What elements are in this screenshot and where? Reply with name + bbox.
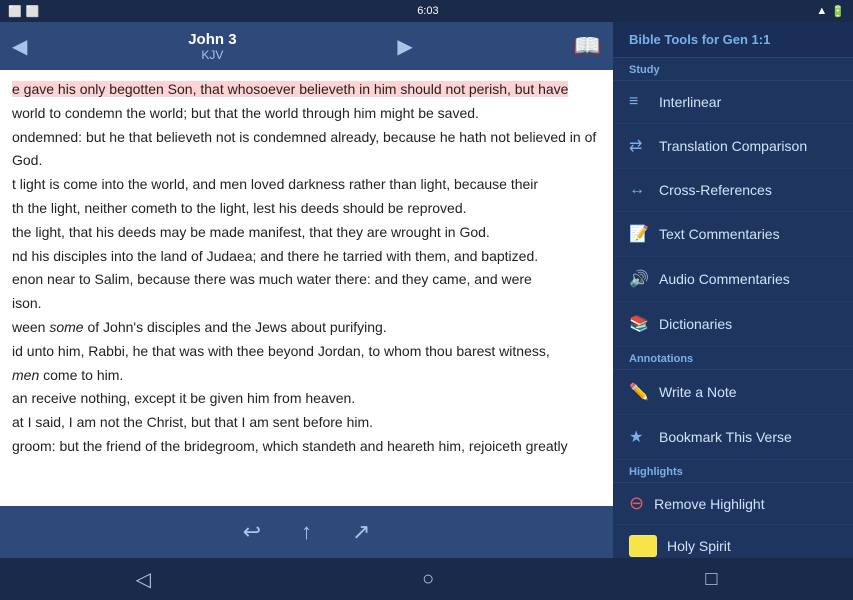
interlinear-label: Interlinear: [659, 94, 721, 110]
bible-text: e gave his only begotten Son, that whoso…: [0, 70, 613, 506]
interlinear-icon: ≡: [629, 93, 649, 111]
tools-header: Bible Tools for Gen 1:1: [613, 22, 853, 58]
cross-references-item[interactable]: ↔ Cross-References: [613, 169, 853, 212]
dictionaries-label: Dictionaries: [659, 316, 732, 332]
annotations-section-label: Annotations: [613, 347, 853, 370]
translation-comparison-item[interactable]: ⇄ Translation Comparison: [613, 124, 853, 169]
bible-icon[interactable]: 📖: [574, 33, 601, 59]
bible-version: KJV: [201, 48, 223, 62]
verse-line-3: ondemned: but he that believeth not is c…: [12, 126, 601, 174]
audio-commentaries-item[interactable]: 🔊 Audio Commentaries: [613, 257, 853, 302]
holy-spirit-highlight-item[interactable]: Holy Spirit: [613, 525, 853, 558]
verse-line-10: ween some of John's disciples and the Je…: [12, 316, 601, 340]
verse-line-6: the light, that his deeds may be made ma…: [12, 221, 601, 245]
bible-footer: ↩ ↑ ↗: [0, 506, 613, 558]
verse-line-11: id unto him, Rabbi, he that was with the…: [12, 340, 601, 364]
write-note-label: Write a Note: [659, 384, 737, 400]
verse-line-5: th the light, neither cometh to the ligh…: [12, 197, 601, 221]
book-title: John 3: [188, 31, 236, 48]
bookmark-icon: ★: [629, 427, 649, 447]
status-right-icons: ▲ 🔋: [816, 5, 845, 18]
tools-panel: Bible Tools for Gen 1:1 Study ≡ Interlin…: [613, 22, 853, 558]
bible-header: ◀ John 3 KJV ▶ 📖: [0, 22, 613, 70]
scroll-top-button[interactable]: ↑: [301, 519, 312, 545]
verse-line-1: e gave his only begotten Son, that whoso…: [12, 78, 601, 102]
verse-line-4: t light is come into the world, and men …: [12, 173, 601, 197]
translation-comparison-label: Translation Comparison: [659, 138, 807, 154]
android-recents-button[interactable]: □: [705, 568, 717, 591]
verse-line-8: enon near to Salim, because there was mu…: [12, 268, 601, 292]
text-commentaries-label: Text Commentaries: [659, 226, 780, 242]
main-area: ◀ John 3 KJV ▶ 📖 e gave his only begotte…: [0, 22, 853, 558]
verse-line-2: world to condemn the world; but that the…: [12, 102, 601, 126]
android-back-button[interactable]: ◁: [136, 567, 151, 592]
write-note-item[interactable]: ✏️ Write a Note: [613, 370, 853, 415]
book-navigation[interactable]: John 3 KJV: [188, 31, 236, 62]
verse-line-7: nd his disciples into the land of Judaea…: [12, 245, 601, 269]
android-home-button[interactable]: ○: [422, 568, 434, 591]
study-section-label: Study: [613, 58, 853, 81]
holy-spirit-swatch: [629, 535, 657, 557]
verse-line-15: groom: but the friend of the bridegroom,…: [12, 435, 601, 459]
bookmark-label: Bookmark This Verse: [659, 429, 792, 445]
audio-commentaries-icon: 🔊: [629, 269, 649, 289]
verse-line-12: men come to him.: [12, 364, 601, 388]
text-commentaries-icon: 📝: [629, 224, 649, 244]
share-button[interactable]: ↗: [352, 519, 370, 545]
status-bar: ⬜ ⬜ 6:03 ▲ 🔋: [0, 0, 853, 22]
write-note-icon: ✏️: [629, 382, 649, 402]
highlights-section-label: Highlights: [613, 460, 853, 483]
verse-line-9: ison.: [12, 292, 601, 316]
prev-chapter-button[interactable]: ◀: [12, 34, 27, 59]
remove-highlight-item[interactable]: ⊖ Remove Highlight: [613, 483, 853, 525]
back-button[interactable]: ↩: [243, 519, 261, 545]
cross-references-label: Cross-References: [659, 182, 772, 198]
bookmark-verse-item[interactable]: ★ Bookmark This Verse: [613, 415, 853, 460]
app-icon-2: ⬜: [26, 5, 40, 18]
audio-commentaries-label: Audio Commentaries: [659, 271, 790, 287]
dictionaries-item[interactable]: 📚 Dictionaries: [613, 302, 853, 347]
remove-highlight-icon: ⊖: [629, 493, 644, 514]
holy-spirit-label: Holy Spirit: [667, 538, 731, 554]
app-icon-1: ⬜: [8, 5, 22, 18]
cross-references-icon: ↔: [629, 181, 649, 199]
remove-highlight-label: Remove Highlight: [654, 496, 765, 512]
clock: 6:03: [417, 5, 438, 17]
status-left-icons: ⬜ ⬜: [8, 5, 39, 18]
battery-icon: 🔋: [831, 5, 845, 18]
translation-comparison-icon: ⇄: [629, 136, 649, 156]
verse-line-14: at I said, I am not the Christ, but that…: [12, 411, 601, 435]
dictionaries-icon: 📚: [629, 314, 649, 334]
interlinear-item[interactable]: ≡ Interlinear: [613, 81, 853, 124]
bible-panel: ◀ John 3 KJV ▶ 📖 e gave his only begotte…: [0, 22, 613, 558]
wifi-icon: ▲: [816, 5, 827, 17]
next-chapter-button[interactable]: ▶: [397, 34, 412, 59]
android-nav-bar: ◁ ○ □: [0, 558, 853, 600]
text-commentaries-item[interactable]: 📝 Text Commentaries: [613, 212, 853, 257]
verse-line-13: an receive nothing, except it be given h…: [12, 387, 601, 411]
